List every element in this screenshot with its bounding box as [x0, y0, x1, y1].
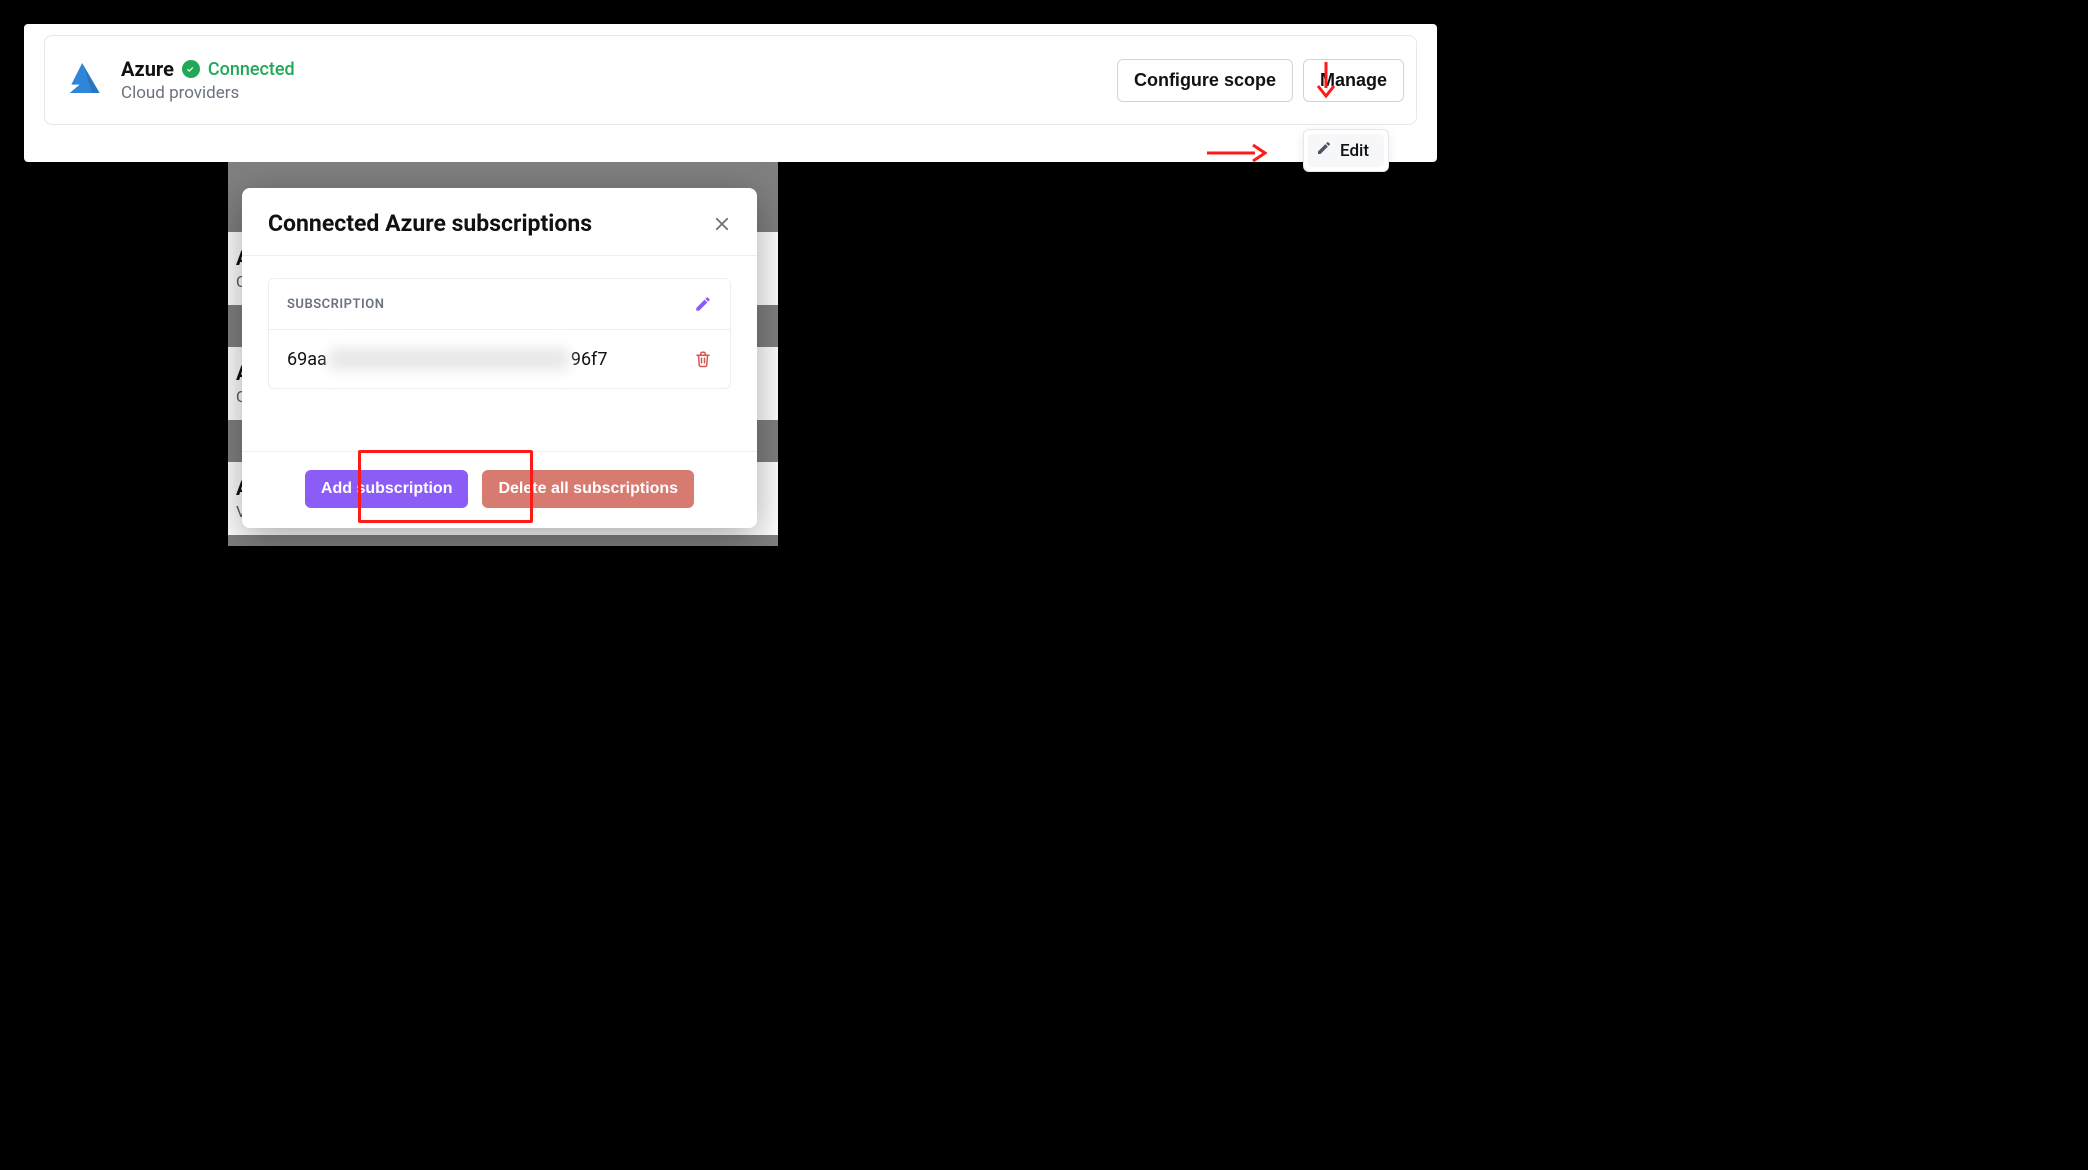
modal-footer: Add subscription Delete all subscription…: [242, 451, 757, 528]
subscription-column-header: SUBSCRIPTION: [287, 297, 384, 312]
modal-title: Connected Azure subscriptions: [268, 210, 592, 237]
top-panel: Azure Connected Cloud providers Configur…: [24, 24, 1437, 162]
delete-subscription-icon[interactable]: [694, 350, 712, 368]
azure-logo-icon: [63, 58, 103, 102]
close-icon[interactable]: [713, 215, 731, 233]
edit-menu-item[interactable]: Edit: [1308, 134, 1384, 167]
subscription-row: 69aa 96f7: [269, 330, 730, 388]
check-circle-icon: [182, 60, 200, 78]
redacted-segment: [329, 348, 569, 370]
delete-all-subscriptions-button[interactable]: Delete all subscriptions: [482, 470, 694, 508]
provider-card: Azure Connected Cloud providers Configur…: [44, 35, 1417, 125]
add-subscription-button[interactable]: Add subscription: [305, 470, 469, 508]
subscription-id: 69aa 96f7: [287, 348, 607, 370]
modal-header: Connected Azure subscriptions: [242, 188, 757, 256]
edit-subscription-icon[interactable]: [694, 295, 712, 313]
connection-status: Connected: [208, 59, 295, 80]
manage-dropdown: Edit: [1303, 129, 1389, 172]
subscription-table-header: SUBSCRIPTION: [269, 279, 730, 330]
subscription-table: SUBSCRIPTION 69aa 96f7: [268, 278, 731, 389]
configure-scope-button[interactable]: Configure scope: [1117, 59, 1293, 102]
annotation-arrow-down-icon: [1315, 60, 1337, 102]
provider-name: Azure: [121, 57, 174, 81]
modal-body: SUBSCRIPTION 69aa 96f7: [242, 256, 757, 451]
card-actions: Configure scope Manage: [1117, 59, 1404, 102]
pencil-icon: [1316, 140, 1332, 161]
subscriptions-modal: Connected Azure subscriptions SUBSCRIPTI…: [242, 188, 757, 528]
annotation-arrow-right-icon: [1205, 142, 1267, 168]
edit-menu-label: Edit: [1340, 141, 1369, 161]
provider-text: Azure Connected Cloud providers: [121, 57, 1117, 103]
provider-category: Cloud providers: [121, 83, 1117, 103]
